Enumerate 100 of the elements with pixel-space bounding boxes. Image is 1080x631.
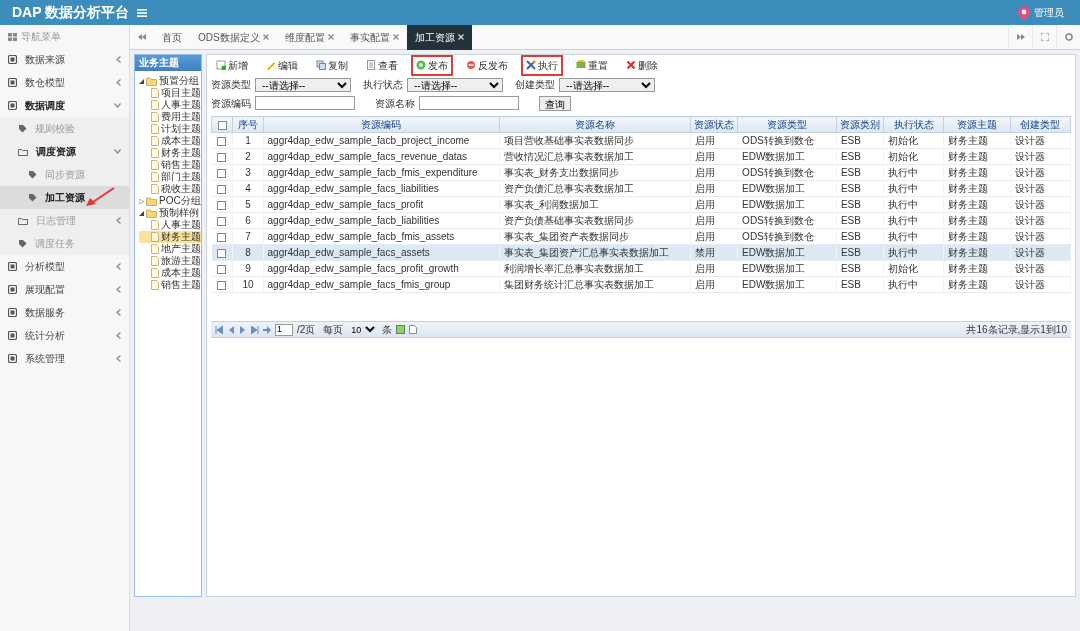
tree-node[interactable]: 旅游主题 [139,255,201,267]
checkbox[interactable] [217,232,227,242]
checkbox[interactable] [217,264,227,274]
column-header: 资源类别 [836,116,884,133]
tree-node[interactable]: 成本主题 [139,135,201,147]
table-row[interactable]: 2 aggr4dap_edw_sample_facs_revenue_datas 营收情况汇总事实表数据加工 启用 EDW数据加工 ESB 初始化 财务主题 设计器 [211,148,1071,165]
tree-node[interactable]: 计划主题 [139,123,201,135]
user-name[interactable]: 管理员 [1034,5,1064,20]
checkbox[interactable] [217,168,227,178]
table-cell: 初始化 [883,132,944,149]
page-number-field[interactable]: 1 [275,323,293,336]
table-row[interactable]: 8 aggr4dap_edw_sample_facs_assets 事实表_集团资产汇总事实表数据加工 禁用 EDW数据加工 ESB 执行中 财务主题 设计器 [211,244,1071,261]
tree-node[interactable]: 预制样例 [139,207,201,219]
tab[interactable]: 首页 [154,24,190,50]
checkbox[interactable] [217,280,227,290]
menu-icon [137,8,148,17]
sidebar-item[interactable]: 调度资源 [0,140,129,163]
tree-node[interactable]: POC分组 [139,195,201,207]
input-field[interactable] [255,96,355,110]
chevron-left-icon [116,56,121,63]
sidebar-item[interactable]: 展现配置 [0,278,129,301]
table-cell: 5 [232,196,264,213]
table-row[interactable]: 5 aggr4dap_edw_sample_facs_profit 事实表_利润数据加工 启用 EDW数据加工 ESB 执行中 财务主题 设计器 [211,196,1071,213]
toolbar-button[interactable]: 反发布 [461,54,513,76]
sidebar-item[interactable]: 分析模型 [0,255,129,278]
tree-node[interactable]: 费用主题 [139,111,201,123]
toolbar-button[interactable]: 新增 [211,54,253,76]
table-row[interactable]: 1 aggr4dap_edw_sample_facb_project_income 项目营收基础事实表数据同步 启用 ODS转换到数仓 ESB 初始化 财务主题 设计器 [211,132,1071,149]
page-size-unit: 条 [382,323,393,337]
tree-node[interactable]: 税收主题 [139,183,201,195]
table-row[interactable]: 10 aggr4dap_edw_sample_facs_fmis_group 集团财务统计汇总事实表数据加工 启用 EDW数据加工 ESB 执行中 财务主题 设计器 [211,276,1071,293]
sidebar-item[interactable]: 数仓模型 [0,71,129,94]
checkbox[interactable] [217,184,227,194]
table-cell: 1 [232,132,264,149]
tree-node[interactable]: 人事主题 [139,219,201,231]
column-header: 执行状态 [883,116,944,133]
input-field[interactable] [419,96,519,110]
toolbar-button[interactable]: 查看 [361,54,403,76]
search-button[interactable]: 查询 [539,95,571,111]
tree-node[interactable]: 项目主题 [139,87,201,99]
filter-label: 创建类型 [515,78,555,92]
table-cell: 2 [232,148,264,165]
filter-label: 资源名称 [375,96,415,111]
sidebar-item[interactable]: 统计分析 [0,324,129,347]
toolbar-button[interactable]: 重置 [571,54,613,76]
toolbar-button[interactable]: 删除 [621,54,663,76]
table-cell: 启用 [690,212,738,229]
dropdown[interactable]: --请选择-- [407,77,503,92]
table-row[interactable]: 9 aggr4dap_edw_sample_facs_profit_growth 利润增长率汇总事实表数据加工 启用 EDW数据加工 ESB 初始化 财务主题 设计器 [211,260,1071,277]
table-cell: 执行中 [883,212,944,229]
tree-node[interactable]: 预置分组 [139,75,201,87]
column-header: 序号 [232,116,264,133]
tree-node[interactable]: 人事主题 [139,99,201,111]
checkbox[interactable] [217,200,227,210]
chevron-left-icon [116,217,121,224]
table-cell: ODS转换到数仓 [737,164,837,181]
tab[interactable]: 维度配置 [276,24,342,50]
tree-node[interactable]: 销售主题 [139,279,201,291]
checkbox[interactable] [217,136,227,146]
tag-icon [28,193,37,202]
table-row[interactable]: 7 aggr4dap_edw_sample_facb_fmis_assets 事实表_集团资产表数据同步 启用 ODS转换到数仓 ESB 执行中 财务主题 设计器 [211,228,1071,245]
close-icon [457,34,464,40]
toolbar-button[interactable]: 发布 [411,54,453,76]
sidebar-item[interactable]: 系统管理 [0,347,129,370]
table-cell: aggr4dap_edw_sample_facs_revenue_datas [263,148,500,165]
tree-node[interactable]: 成本主题 [139,267,201,279]
table-row[interactable]: 6 aggr4dap_edw_sample_facb_liabilities 资产负债基础事实表数据同步 启用 ODS转换到数仓 ESB 执行中 财务主题 设计器 [211,212,1071,229]
tree-node[interactable]: 财务主题 [139,231,201,243]
sidebar-item[interactable]: 数据调度 [0,94,129,117]
tab[interactable]: 事实配置 [341,24,407,50]
dropdown[interactable]: --请选择-- [255,77,351,92]
tree-node[interactable]: 财务主题 [139,147,201,159]
toolbar-button[interactable]: 复制 [311,54,353,76]
tab[interactable]: ODS数据定义 [190,24,277,50]
tag-icon [28,170,37,179]
table-cell: EDW数据加工 [737,260,837,277]
table-cell: 9 [232,260,264,277]
page-size-dropdown[interactable]: 10 [347,323,379,336]
table-cell: 设计器 [1010,180,1071,197]
sidebar-item[interactable]: 数据来源 [0,48,129,71]
menu-item-icon [8,78,17,87]
toolbar-button[interactable]: 执行 [521,54,563,76]
checkbox[interactable] [217,248,227,258]
table-cell: 设计器 [1010,132,1071,149]
dropdown[interactable]: --请选择-- [559,77,655,92]
checkbox[interactable] [217,152,227,162]
table-row[interactable]: 3 aggr4dap_edw_sample_facb_fmis_expenditure 事实表_财务支出数据同步 启用 ODS转换到数仓 ESB 执行中 财务主题 设计器 [211,164,1071,181]
table-cell: ESB [836,196,884,213]
tree-node[interactable]: 部门主题 [139,171,201,183]
tree-node[interactable]: 地产主题 [139,243,201,255]
toolbar-button[interactable]: 编辑 [261,54,303,76]
tab[interactable]: 加工资源 [406,24,472,50]
sidebar-item[interactable]: 加工资源 [0,186,129,209]
sidebar-item[interactable]: 数据服务 [0,301,129,324]
tree-node[interactable]: 销售主题 [139,159,201,171]
table-row[interactable]: 4 aggr4dap_edw_sample_facs_liabilities 资产负债汇总事实表数据加工 启用 EDW数据加工 ESB 执行中 财务主题 设计器 [211,180,1071,197]
table-cell: 6 [232,212,264,229]
app-title: DAP 数据分析平台 [11,3,130,22]
checkbox[interactable] [217,216,227,226]
checkbox[interactable] [217,120,227,130]
